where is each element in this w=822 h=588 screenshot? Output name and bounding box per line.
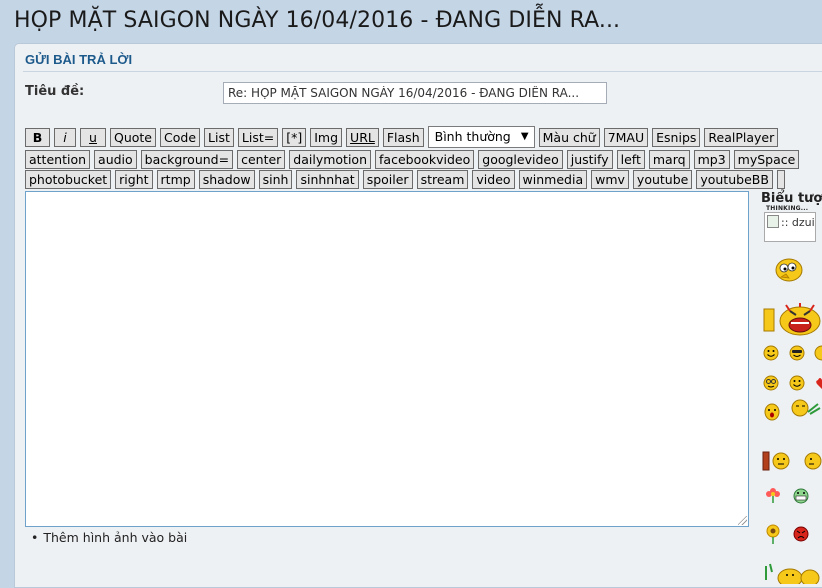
toolbar-overflow-button[interactable] [776,170,785,189]
italic-button[interactable]: i [54,128,76,147]
wmv-button[interactable]: wmv [591,170,629,189]
cool-smiley-icon[interactable] [789,345,805,361]
realplayer-button[interactable]: RealPlayer [704,128,779,147]
quote-button[interactable]: Quote [110,128,157,147]
add-image-link[interactable]: • Thêm hình ảnh vào bài [31,530,187,545]
photobucket-button[interactable]: photobucket [25,170,112,189]
angry-shouting-smiley-icon[interactable] [762,301,822,337]
youtube-button[interactable]: youtube [632,170,693,189]
font-size-select[interactable]: Bình thường ▼ [427,126,535,148]
topic-title: HỌP MẶT SAIGON NGÀY 16/04/2016 - ĐANG DI… [14,8,621,33]
video-button[interactable]: video [472,170,515,189]
waving-smiley-icon[interactable] [790,398,822,420]
rainbow-button[interactable]: 7MAU [603,128,649,147]
reply-panel: GỬI BÀI TRẢ LỜI Tiêu đề: BiuQuoteCodeLis… [14,43,822,588]
bold-button[interactable]: B [25,128,50,147]
marq-button[interactable]: marq [648,150,690,169]
stream-button[interactable]: stream [416,170,469,189]
resize-grip-icon[interactable] [738,516,747,525]
broken-image-alt: :: dzui [781,216,815,229]
wall-smiley-icon[interactable] [762,450,792,472]
justify-button[interactable]: justify [566,150,613,169]
left-button[interactable]: left [616,150,645,169]
list-button[interactable]: List [204,128,234,147]
sinh-button[interactable]: sinh [258,170,293,189]
winmedia-button[interactable]: winmedia [518,170,588,189]
message-editor[interactable] [25,191,749,527]
toolbar-row-3: photobucket right rtmp shadow sinh sinhnhat sp… [25,170,789,189]
toolbar-row-1: Bi u Quote Code List List= [*] Img URL Flash Bình … [25,126,782,148]
background-button[interactable]: background= [140,150,234,169]
center-button[interactable]: center [237,150,286,169]
rtmp-button[interactable]: rtmp [156,170,195,189]
broken-image-icon[interactable]: :: dzui [764,212,816,242]
subject-label: Tiêu đề: [25,84,85,99]
mp3-button[interactable]: mp3 [693,150,730,169]
partial-smiley-icon[interactable] [814,345,822,361]
shadow-button[interactable]: shadow [198,170,255,189]
add-image-label: Thêm hình ảnh vào bài [43,530,188,545]
audio-button[interactable]: audio [94,150,137,169]
flower-icon[interactable] [764,486,782,504]
underline-button[interactable]: u [80,128,106,147]
crying-smiley-icon[interactable] [763,401,781,421]
youtubebb-button[interactable]: youtubeBB [696,170,773,189]
toolbar-row-2: attention audio background= center dailymoti… [25,150,803,169]
code-button[interactable]: Code [160,128,201,147]
facebookvideo-button[interactable]: facebookvideo [375,150,475,169]
spoiler-button[interactable]: spoiler [362,170,413,189]
list-item-button[interactable]: [*] [282,128,307,147]
img-button[interactable]: Img [310,128,343,147]
googlevideo-button[interactable]: googlevideo [478,150,563,169]
glasses-smiley-icon[interactable] [763,375,779,391]
header-divider [23,71,822,72]
text-color-button[interactable]: Màu chữ [538,128,600,147]
reply-panel-header: GỬI BÀI TRẢ LỜI [25,52,133,67]
smile-smiley-icon[interactable] [763,345,779,361]
angry-red-smiley-icon[interactable] [792,525,810,543]
grinning-green-smiley-icon[interactable] [792,487,810,505]
attention-button[interactable]: attention [25,150,91,169]
sinhnhat-button[interactable]: sinhnhat [296,170,359,189]
right-button[interactable]: right [115,170,153,189]
bullet-icon: • [31,530,39,545]
myspace-button[interactable]: mySpace [733,150,800,169]
ordered-list-button[interactable]: List= [237,128,279,147]
side-smiley-icon[interactable] [802,452,822,470]
font-size-value: Bình thường [434,129,511,144]
flash-button[interactable]: Flash [382,128,424,147]
dropdown-arrow-icon: ▼ [520,131,529,142]
cheering-smiley-icon[interactable] [760,560,822,584]
happy-smiley-icon[interactable] [789,375,805,391]
thinking-smiley-label: THINKING... [766,205,809,212]
url-button[interactable]: URL [346,128,379,147]
subject-input[interactable] [223,82,607,104]
thinking-smiley-icon[interactable] [772,256,806,282]
esnips-button[interactable]: Esnips [652,128,701,147]
dailymotion-button[interactable]: dailymotion [289,150,372,169]
smilies-heading: Biểu tượng [761,191,822,206]
heart-icon[interactable] [814,375,822,391]
sunflower-icon[interactable] [764,523,782,545]
